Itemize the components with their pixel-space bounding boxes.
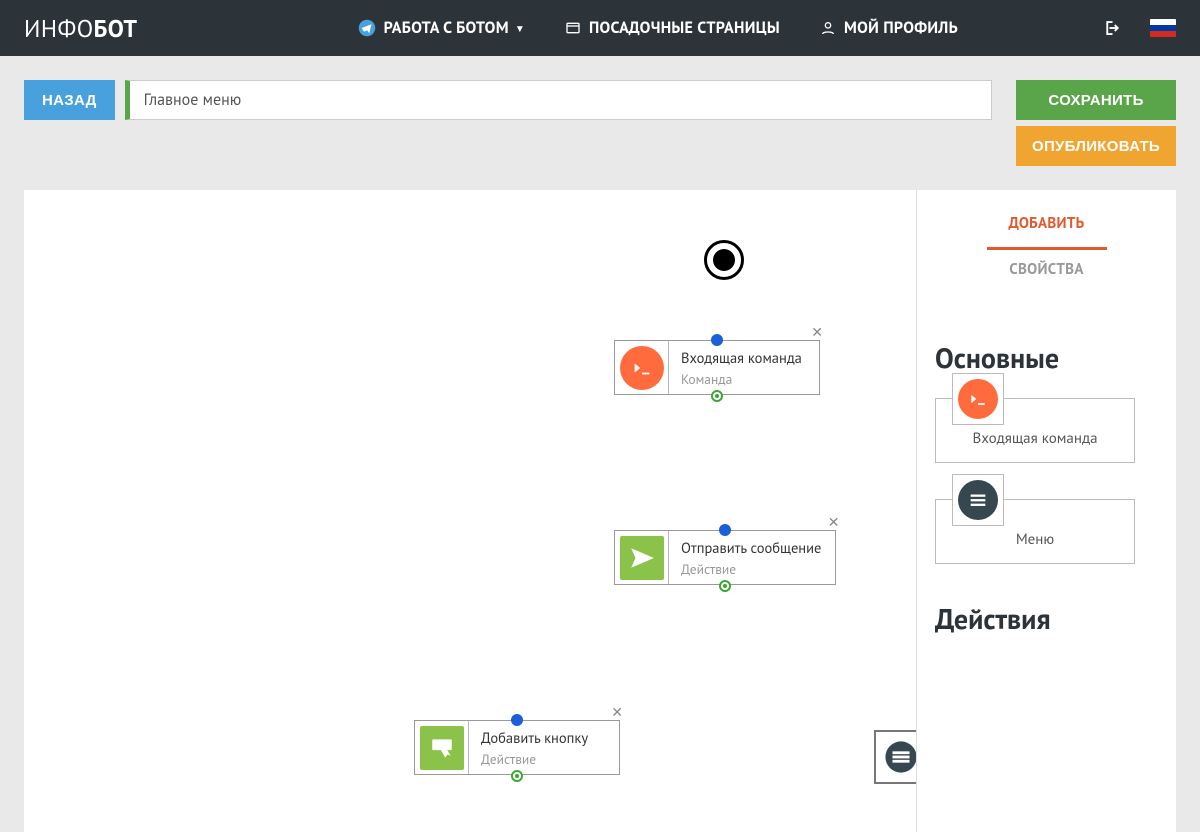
palette-incoming-command[interactable]: Входящая команда [935, 398, 1135, 463]
right-buttons: СОХРАНИТЬ ОПУБЛИКОВАТЬ [1016, 80, 1176, 166]
side-heading-actions: Действия [935, 600, 1158, 637]
palette-thumb [952, 373, 1004, 425]
port-out[interactable] [511, 770, 523, 782]
brand-bold: БОТ [94, 13, 138, 44]
port-out[interactable] [711, 390, 723, 402]
port-out[interactable] [719, 580, 731, 592]
node-text: Отправить сообщение Действие [669, 531, 835, 584]
port-in[interactable] [719, 524, 731, 536]
brand-prefix: ИНФО [24, 13, 94, 44]
logout-icon[interactable] [1102, 19, 1120, 37]
flag-russia-icon[interactable] [1150, 19, 1176, 37]
port-in[interactable] [511, 714, 523, 726]
connector-layer [24, 190, 324, 340]
node-subtitle: Команда [681, 370, 805, 388]
tab-add[interactable]: ДОБАВИТЬ [987, 204, 1107, 250]
node-title: Отправить сообщение [681, 539, 821, 558]
nav-profile-label: МОЙ ПРОФИЛЬ [844, 18, 958, 38]
workspace: Входящая команда Команда ✕ Отправить соо… [24, 190, 1176, 832]
nav-bot[interactable]: РАБОТА С БОТОМ ▼ [358, 18, 525, 38]
action-row: НАЗАД Главное меню СОХРАНИТЬ ОПУБЛИКОВАТ… [0, 56, 1200, 178]
publish-button[interactable]: ОПУБЛИКОВАТЬ [1016, 126, 1176, 166]
save-button[interactable]: СОХРАНИТЬ [1016, 80, 1176, 120]
close-icon[interactable]: ✕ [611, 703, 623, 721]
flow-title-text: Главное меню [144, 90, 242, 110]
pages-icon [565, 20, 581, 36]
topbar: ИНФОБОТ РАБОТА С БОТОМ ▼ ПОСАДОЧНЫЕ СТРА… [0, 0, 1200, 56]
nav-pages-label: ПОСАДОЧНЫЕ СТРАНИЦЫ [589, 18, 780, 38]
brand: ИНФОБОТ [24, 13, 138, 44]
node-title: Входящая команда [681, 349, 805, 368]
back-button[interactable]: НАЗАД [24, 80, 115, 120]
node-icon [615, 531, 669, 584]
node-incoming-command[interactable]: Входящая команда Команда ✕ [614, 340, 820, 395]
close-icon[interactable]: ✕ [811, 323, 823, 341]
close-icon[interactable]: ✕ [828, 513, 840, 531]
tab-properties[interactable]: СВОЙСТВА [987, 250, 1107, 293]
canvas[interactable]: Входящая команда Команда ✕ Отправить соо… [24, 190, 916, 832]
profile-icon [820, 20, 836, 36]
side-section-main: Основные Входящая команда Меню Действия [917, 339, 1176, 637]
node-title: Добавить кнопку [481, 729, 605, 748]
side-panel: ДОБАВИТЬ СВОЙСТВА Основные Входящая кома… [916, 190, 1176, 832]
node-icon [615, 341, 669, 394]
chevron-down-icon: ▼ [515, 22, 525, 35]
side-tabs: ДОБАВИТЬ СВОЙСТВА [917, 204, 1176, 293]
palette-label: Входящая команда [946, 429, 1124, 448]
telegram-icon [358, 19, 376, 37]
nav-bot-label: РАБОТА С БОТОМ [384, 18, 509, 38]
palette-thumb [952, 474, 1004, 526]
node-text: Добавить кнопку Действие [469, 721, 619, 774]
node-add-button[interactable]: Добавить кнопку Действие ✕ [414, 720, 620, 775]
side-heading-main: Основные [935, 339, 1158, 376]
nav-pages[interactable]: ПОСАДОЧНЫЕ СТРАНИЦЫ [565, 18, 780, 38]
topnav: РАБОТА С БОТОМ ▼ ПОСАДОЧНЫЕ СТРАНИЦЫ МОЙ… [358, 18, 958, 38]
start-node[interactable] [704, 240, 744, 280]
node-subtitle: Действие [681, 560, 821, 578]
nav-profile[interactable]: МОЙ ПРОФИЛЬ [820, 18, 958, 38]
flow-title-input[interactable]: Главное меню [125, 80, 992, 120]
port-in[interactable] [711, 334, 723, 346]
node-text: Входящая команда Команда [669, 341, 819, 394]
node-send-message[interactable]: Отправить сообщение Действие ✕ [614, 530, 836, 585]
node-subtitle: Действие [481, 750, 605, 768]
palette-label: Меню [946, 530, 1124, 549]
node-menu-partial[interactable] [874, 730, 916, 784]
palette-menu[interactable]: Меню [935, 499, 1135, 564]
node-icon [415, 721, 469, 774]
